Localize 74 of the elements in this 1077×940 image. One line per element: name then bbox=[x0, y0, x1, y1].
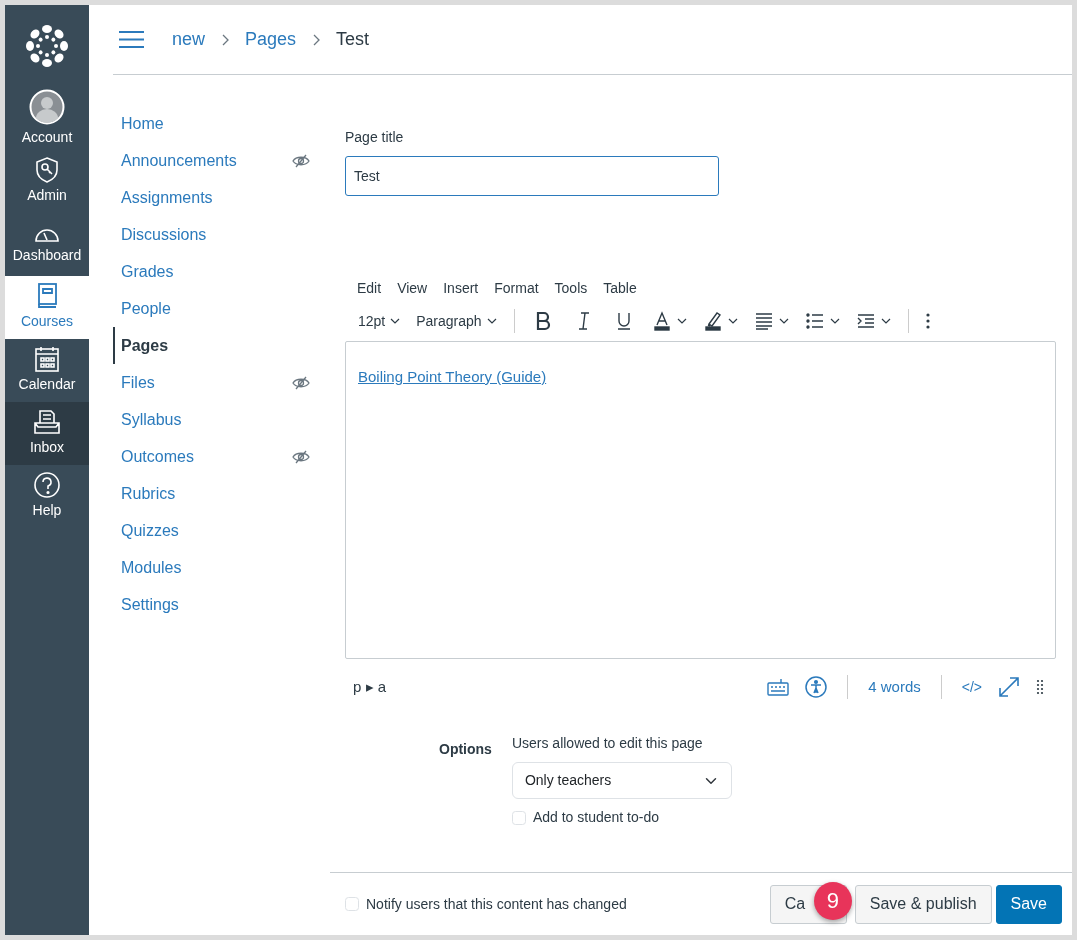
inbox-icon bbox=[34, 409, 60, 435]
menu-item[interactable]: Format bbox=[488, 276, 545, 301]
title-field[interactable]: Test bbox=[345, 156, 719, 196]
book-icon bbox=[36, 283, 58, 309]
accessibility-icon bbox=[805, 676, 828, 698]
caret-icon bbox=[727, 318, 738, 324]
step-tooltip: 9 bbox=[813, 881, 852, 920]
caret-icon bbox=[880, 318, 891, 324]
text-color-icon bbox=[651, 311, 672, 331]
caret-icon bbox=[486, 318, 497, 324]
course-nav-item[interactable]: Grades bbox=[113, 253, 330, 290]
checkbox-label: Notify users that this content has changed bbox=[366, 894, 627, 914]
breadcrumb-link[interactable]: new bbox=[172, 26, 206, 53]
calendar-icon bbox=[35, 346, 59, 372]
global-nav-item[interactable]: Inbox bbox=[5, 402, 89, 465]
field-label: Page title bbox=[345, 128, 405, 147]
word-count-button[interactable]: 4 words bbox=[864, 673, 925, 701]
menu-item[interactable]: Tools bbox=[548, 276, 594, 301]
global-nav-item[interactable]: Dashboard bbox=[5, 213, 89, 276]
breadcrumb-link[interactable]: Pages bbox=[245, 26, 297, 53]
course-nav-item[interactable]: Home bbox=[113, 105, 330, 142]
menu-item[interactable]: Table bbox=[597, 276, 643, 301]
course-nav-item[interactable]: Settings bbox=[113, 586, 330, 623]
menu-item[interactable]: View bbox=[391, 276, 434, 301]
course-nav-item[interactable]: Quizzes bbox=[113, 512, 330, 549]
avatar-icon bbox=[29, 89, 65, 125]
indent-icon bbox=[855, 311, 876, 331]
course-nav-item[interactable]: Pages bbox=[113, 327, 330, 364]
highlighter-icon bbox=[702, 311, 723, 331]
help-icon bbox=[34, 472, 60, 498]
course-nav-item[interactable]: People bbox=[113, 290, 330, 327]
element-path[interactable]: p ▸ a bbox=[353, 675, 387, 699]
todo-checkbox[interactable] bbox=[511, 810, 526, 825]
caret-icon bbox=[390, 318, 401, 324]
course-nav-item[interactable]: Files bbox=[113, 364, 330, 401]
code-view-button[interactable]: </> bbox=[957, 674, 986, 700]
course-nav-item[interactable]: Discussions bbox=[113, 216, 330, 253]
menu-item[interactable]: Edit bbox=[351, 276, 388, 301]
logo-icon[interactable] bbox=[25, 24, 69, 68]
more-icon bbox=[925, 313, 930, 329]
breadcrumb-link[interactable]: Test bbox=[336, 26, 370, 53]
caret-icon bbox=[676, 318, 687, 324]
course-nav-item[interactable]: Outcomes bbox=[113, 438, 330, 475]
global-nav-item[interactable]: Help bbox=[5, 465, 89, 528]
global-nav-item[interactable]: Calendar bbox=[5, 339, 89, 402]
caret-icon bbox=[829, 318, 840, 324]
align-icon bbox=[753, 311, 774, 331]
options-label: Options bbox=[439, 740, 492, 759]
course-nav-item[interactable]: Modules bbox=[113, 549, 330, 586]
checkbox-label: Add to student to-do bbox=[532, 808, 659, 827]
content-link[interactable]: Boiling Point Theory (Guide) bbox=[358, 368, 547, 385]
global-nav-item[interactable]: Courses bbox=[5, 276, 89, 339]
caret-icon bbox=[778, 318, 789, 324]
field-label: Users allowed to edit this page bbox=[511, 734, 704, 753]
grip-icon bbox=[1036, 679, 1044, 695]
keyboard-icon bbox=[767, 678, 790, 696]
footer-button[interactable]: Save bbox=[995, 884, 1062, 924]
font-size-dropdown[interactable]: 12pt bbox=[351, 306, 408, 336]
course-nav-item[interactable]: Announcements bbox=[113, 142, 330, 179]
notify-checkbox[interactable] bbox=[345, 897, 359, 911]
course-nav-item[interactable]: Rubrics bbox=[113, 475, 330, 512]
expand-icon bbox=[998, 676, 1020, 698]
editor-area[interactable]: Boiling Point Theory (Guide) bbox=[345, 341, 1056, 659]
list-icon bbox=[804, 311, 825, 331]
global-nav-item[interactable]: Account bbox=[5, 87, 89, 150]
course-nav-item[interactable]: Assignments bbox=[113, 179, 330, 216]
menu-item[interactable]: Insert bbox=[437, 276, 485, 301]
block-format-dropdown[interactable]: Paragraph bbox=[409, 306, 504, 336]
footer-button[interactable]: Save & publish bbox=[854, 884, 992, 924]
editors-select[interactable]: Only teachers bbox=[511, 762, 732, 799]
global-nav-item[interactable]: Admin bbox=[5, 150, 89, 213]
course-nav-item[interactable]: Syllabus bbox=[113, 401, 330, 438]
menu-icon[interactable] bbox=[119, 31, 144, 48]
shield-icon bbox=[35, 157, 59, 183]
